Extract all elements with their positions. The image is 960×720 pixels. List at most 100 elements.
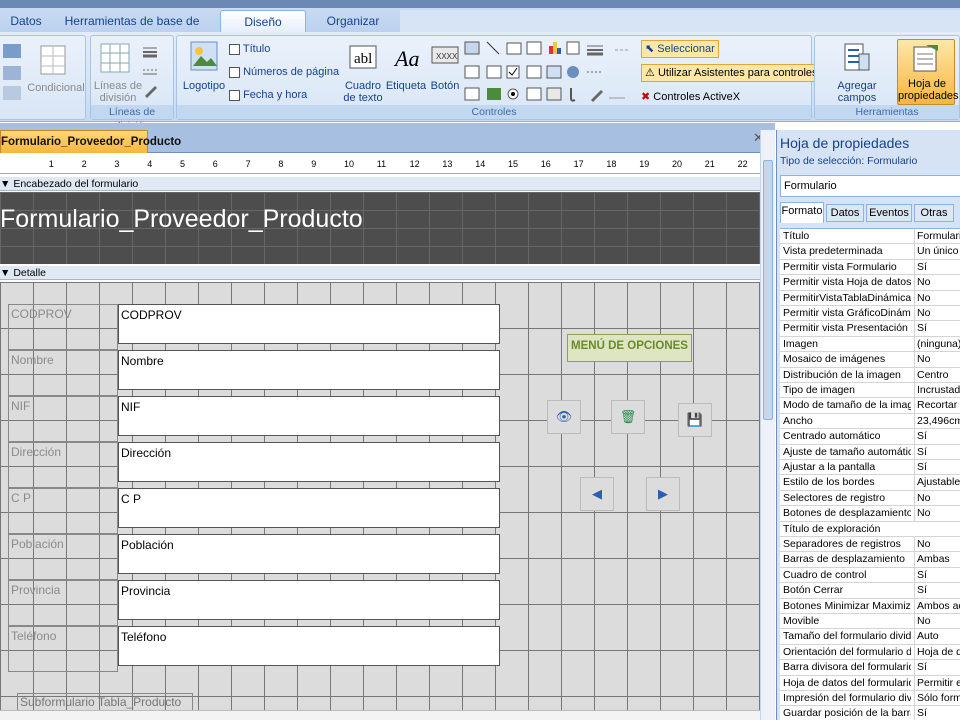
property-value[interactable]: Sí: [914, 259, 960, 275]
property-row[interactable]: Permitir vista GráficoDinámico No: [780, 306, 960, 322]
property-value[interactable]: Sí: [914, 706, 960, 720]
field-label[interactable]: Dirección: [8, 442, 118, 488]
selection-combo[interactable]: Formulario: [780, 175, 960, 197]
property-value[interactable]: No: [914, 275, 960, 290]
tab-database-tools[interactable]: Herramientas de base de datos: [56, 10, 208, 50]
property-value[interactable]: Sólo formu: [914, 691, 960, 706]
menu-options-label[interactable]: MENÚ DE OPCIONES: [567, 334, 692, 362]
property-value[interactable]: (ninguna): [914, 336, 960, 352]
property-value[interactable]: Ajustable: [914, 475, 960, 490]
property-row[interactable]: Centrado automático Sí: [780, 429, 960, 445]
previous-record-button[interactable]: ◀: [580, 477, 614, 511]
tab-format[interactable]: Formato: [780, 202, 824, 223]
property-row[interactable]: Mosaico de imágenes No: [780, 352, 960, 368]
delete-record-button[interactable]: 🗑: [611, 400, 645, 434]
property-row[interactable]: Separadores de registros No: [780, 537, 960, 553]
property-row[interactable]: Botones de desplazamiento No: [780, 506, 960, 522]
page-numbers-button[interactable]: Números de página: [229, 65, 339, 79]
field-textbox[interactable]: Nombre: [118, 350, 500, 390]
form-header-section-bar[interactable]: ▼ Encabezado del formulario: [0, 177, 760, 191]
conditional-button[interactable]: Condicional: [25, 82, 87, 94]
property-value[interactable]: Formulario: [914, 229, 960, 244]
property-row[interactable]: Vista predeterminada Un único f: [780, 244, 960, 260]
tab-events[interactable]: Eventos: [866, 204, 912, 222]
next-record-button[interactable]: ▶: [646, 477, 680, 511]
property-row[interactable]: Orientación del formulario divididoHoja …: [780, 644, 960, 661]
property-value[interactable]: Sí: [914, 429, 960, 444]
label-button[interactable]: Etiqueta: [383, 80, 429, 92]
date-time-button[interactable]: Fecha y hora: [229, 88, 307, 102]
activex-button[interactable]: ✖ Controles ActiveX: [641, 90, 740, 104]
property-row[interactable]: Distribución de la imagen Centro: [780, 367, 960, 383]
controls-icons[interactable]: [463, 40, 581, 102]
property-value[interactable]: Centro: [914, 367, 960, 382]
property-row[interactable]: Guardar posición de la barra Sí: [780, 706, 960, 720]
search-record-button[interactable]: 👁: [547, 400, 581, 434]
scroll-thumb[interactable]: [763, 160, 773, 420]
field-label[interactable]: C P: [8, 488, 118, 534]
property-value[interactable]: Sí: [914, 321, 960, 336]
tab-other[interactable]: Otras: [914, 204, 954, 222]
property-row[interactable]: Botones Minimizar MaximizarAmbos act: [780, 598, 960, 614]
property-value[interactable]: Permitir ed: [914, 675, 960, 690]
property-row[interactable]: Tipo de imagen Incrustado: [780, 383, 960, 399]
button-button[interactable]: Botón: [425, 80, 465, 92]
property-row[interactable]: Hoja de datos del formularioPermitir ed: [780, 675, 960, 691]
field-textbox[interactable]: Teléfono: [118, 626, 500, 666]
property-row[interactable]: Ajustar a la pantalla Sí: [780, 460, 960, 476]
property-row[interactable]: Permitir vista Formulario Sí: [780, 259, 960, 276]
logo-button[interactable]: Logotipo: [179, 80, 229, 92]
property-row[interactable]: Barras de desplazamiento Ambas: [780, 552, 960, 568]
property-value[interactable]: Sí: [914, 583, 960, 598]
form-title-label[interactable]: Formulario_Proveedor_Producto: [0, 205, 363, 234]
property-sheet-button[interactable]: Hoja de propiedades: [897, 39, 959, 105]
property-row[interactable]: Ancho 23,496cm: [780, 413, 960, 430]
property-value[interactable]: Sí: [914, 444, 960, 459]
property-row[interactable]: Selectores de registro No: [780, 490, 960, 507]
property-row[interactable]: Tamaño del formulario divididoAuto: [780, 629, 960, 645]
gridlines-button[interactable]: Líneas de división: [93, 80, 143, 104]
property-value[interactable]: Sí: [914, 567, 960, 583]
field-label[interactable]: CODPROV: [8, 304, 118, 350]
property-row[interactable]: PermitirVistaTablaDinámica No: [780, 290, 960, 306]
property-value[interactable]: Ambas: [914, 552, 960, 567]
property-row[interactable]: Barra divisora del formulario Sí: [780, 660, 960, 676]
property-value[interactable]: Incrustado: [914, 383, 960, 398]
property-row[interactable]: Permitir vista Hoja de datos No: [780, 275, 960, 291]
field-label[interactable]: Población: [8, 534, 118, 580]
property-row[interactable]: Movible No: [780, 614, 960, 630]
field-textbox[interactable]: Dirección: [118, 442, 500, 482]
field-label[interactable]: Provincia: [8, 580, 118, 626]
property-value[interactable]: No: [914, 614, 960, 629]
property-value[interactable]: 23,496cm: [914, 413, 960, 429]
property-row[interactable]: Ajuste de tamaño automático Sí: [780, 444, 960, 460]
property-row[interactable]: Cuadro de control Sí: [780, 567, 960, 584]
property-value[interactable]: No: [914, 537, 960, 552]
property-row[interactable]: Título Formulario: [780, 229, 960, 245]
field-textbox[interactable]: NIF: [118, 396, 500, 436]
line-format-icons[interactable]: [585, 42, 633, 104]
property-row[interactable]: Impresión del formulario divididoSólo fo…: [780, 691, 960, 707]
vertical-scrollbar[interactable]: [760, 130, 775, 720]
tab-data[interactable]: Datos: [826, 204, 864, 222]
property-value[interactable]: Ambos act: [914, 598, 960, 613]
field-label[interactable]: Nombre: [8, 350, 118, 396]
property-value[interactable]: No: [914, 290, 960, 305]
property-value[interactable]: No: [914, 506, 960, 521]
detail-section-bar[interactable]: ▼ Detalle: [0, 266, 760, 280]
property-value[interactable]: Recortar: [914, 398, 960, 413]
property-value[interactable]: Auto: [914, 629, 960, 644]
property-row[interactable]: Estilo de los bordes Ajustable: [780, 475, 960, 491]
property-value[interactable]: Sí: [914, 460, 960, 475]
save-record-button[interactable]: 💾: [678, 403, 712, 437]
property-row[interactable]: Permitir vista Presentación Sí: [780, 321, 960, 337]
field-textbox[interactable]: CODPROV: [118, 304, 500, 344]
document-tab[interactable]: Formulario_Proveedor_Producto: [0, 130, 181, 153]
property-row[interactable]: Modo de tamaño de la imagen Recortar: [780, 398, 960, 414]
tab-arrange[interactable]: Organizar: [318, 10, 388, 32]
title-button[interactable]: Título: [229, 42, 270, 56]
field-textbox[interactable]: C P: [118, 488, 500, 528]
property-value[interactable]: No: [914, 490, 960, 506]
format-icons[interactable]: [1, 42, 23, 104]
horizontal-scrollbar[interactable]: [0, 710, 760, 720]
